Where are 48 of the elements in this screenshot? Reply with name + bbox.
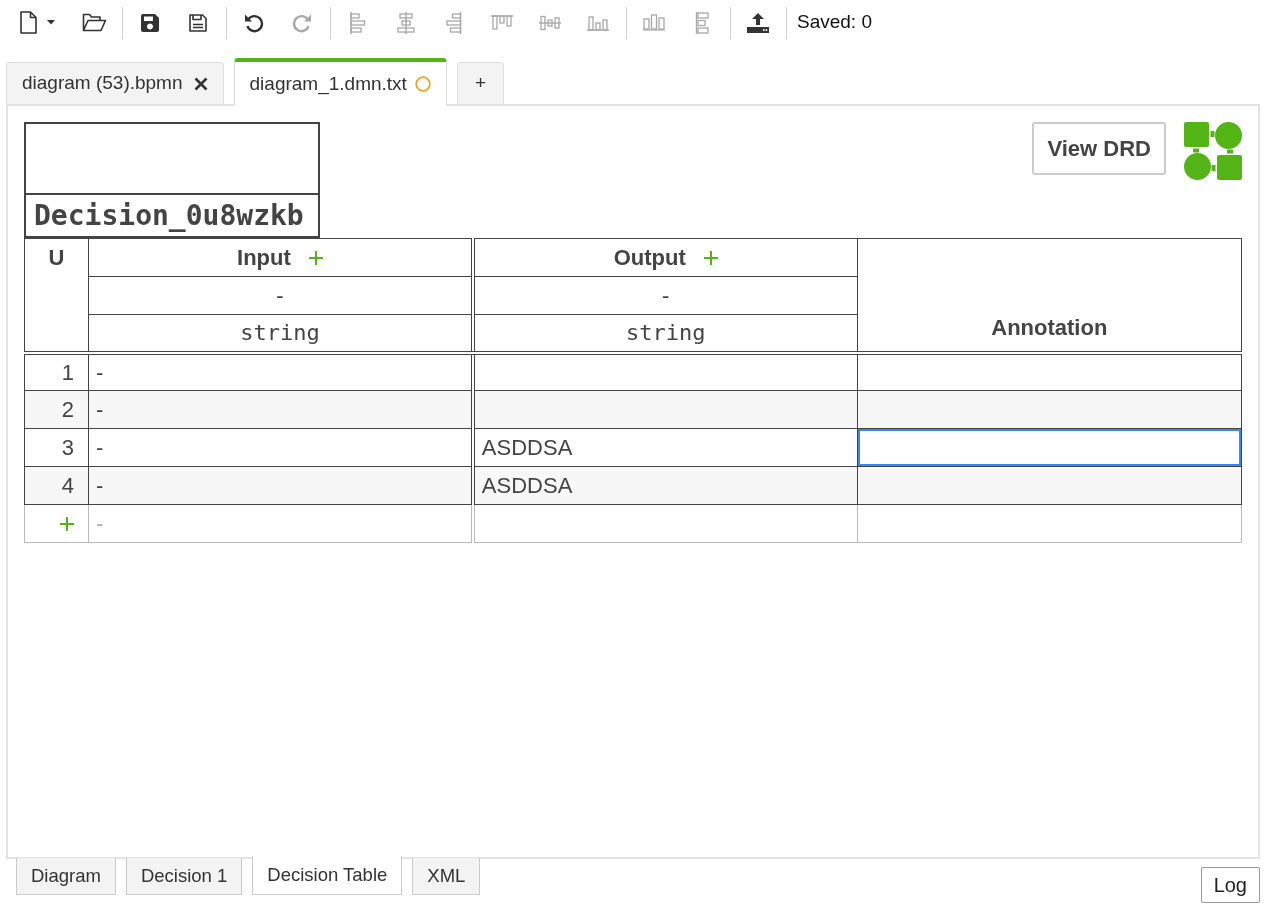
align-bottom-icon	[587, 14, 609, 31]
table-cell[interactable]	[857, 466, 1242, 505]
align-top-icon	[491, 14, 513, 31]
table-cell[interactable]: -	[88, 390, 473, 429]
table-cell[interactable]: -	[88, 466, 473, 505]
undo-icon	[244, 12, 264, 33]
caret-icon	[46, 20, 55, 25]
table-cell[interactable]	[857, 390, 1242, 429]
distribute-horizontal-icon	[643, 14, 665, 31]
upload-icon	[747, 12, 769, 33]
expression-cell[interactable]: -	[472, 276, 858, 315]
column-header: Annotation	[857, 238, 1242, 353]
column-header[interactable]: Input	[237, 241, 291, 274]
row-number: 2	[24, 390, 89, 429]
file-tab[interactable]: diagram_1.dmn.txt	[233, 58, 447, 106]
type-cell[interactable]: string	[472, 314, 858, 353]
decision-name[interactable]: Decision_0u8wzkb	[26, 195, 318, 236]
redo-icon	[292, 12, 312, 33]
view-tab[interactable]: XML	[412, 858, 481, 895]
save-status: Saved: 0	[797, 10, 872, 35]
column-header[interactable]: Output	[613, 241, 686, 274]
file-tab[interactable]: diagram (53).bpmn	[6, 62, 224, 104]
view-tab[interactable]: Decision Table	[252, 856, 403, 895]
view-drd-button[interactable]: View DRD	[1032, 122, 1166, 175]
view-tab[interactable]: Decision 1	[125, 858, 243, 895]
puzzle-gear-icon	[1184, 122, 1242, 180]
new-tab[interactable]: +	[456, 62, 504, 104]
file-icon	[19, 11, 37, 34]
view-tab[interactable]: Diagram	[16, 858, 116, 895]
table-cell[interactable]	[857, 352, 1242, 391]
table-cell[interactable]: ASDDSA	[472, 466, 858, 505]
close-icon[interactable]	[193, 76, 208, 91]
folder-open-icon	[81, 13, 107, 32]
row-number: 3	[24, 428, 89, 467]
plus-icon[interactable]	[308, 250, 323, 265]
align-center-icon	[397, 11, 415, 34]
row-number: 1	[24, 352, 89, 391]
align-left-icon	[350, 11, 366, 34]
hit-policy-header[interactable]: U	[24, 238, 89, 353]
log-button[interactable]: Log	[1200, 867, 1260, 903]
table-cell[interactable]	[857, 428, 1242, 467]
align-middle-icon	[539, 14, 561, 31]
plus-icon[interactable]	[703, 250, 718, 265]
distribute-vertical-icon	[695, 11, 709, 34]
align-right-icon	[446, 11, 462, 34]
plus-icon[interactable]	[60, 517, 74, 531]
table-cell[interactable]	[472, 390, 858, 429]
row-number: 4	[24, 466, 89, 505]
